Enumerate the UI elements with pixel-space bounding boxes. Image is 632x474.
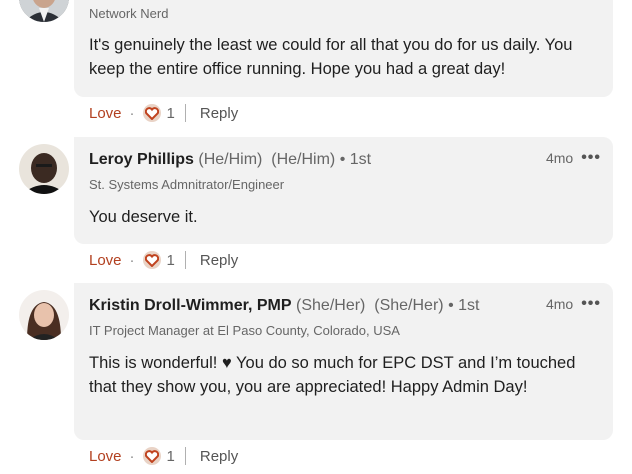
ellipsis-icon[interactable]: •••	[581, 149, 601, 167]
author-name[interactable]: Leroy Phillips	[89, 151, 194, 168]
heart-icon[interactable]	[142, 104, 161, 122]
author-pronouns: (She/Her) (She/Her)	[296, 297, 444, 314]
reaction-count[interactable]: 1	[167, 448, 175, 465]
avatar[interactable]	[19, 0, 69, 22]
love-reaction-button[interactable]: Love	[89, 252, 122, 269]
timestamp: 4mo	[545, 296, 574, 312]
reaction-count[interactable]: 1	[167, 252, 175, 269]
timestamp: 4mo	[545, 150, 574, 166]
separator-dot: ·	[129, 447, 135, 465]
reply-button[interactable]: Reply	[200, 105, 238, 122]
comment-text: It's genuinely the least we could for al…	[89, 36, 573, 78]
connection-degree: • 1st	[448, 297, 480, 314]
love-reaction-button[interactable]: Love	[89, 448, 122, 465]
comment-actions: Love · 1 Reply	[89, 101, 238, 125]
comment-meta: 4mo •••	[546, 295, 601, 313]
author-line: Leroy Phillips (He/Him) (He/Him) • 1st	[89, 151, 371, 169]
reply-button[interactable]: Reply	[200, 448, 238, 465]
author-headline: Network Nerd	[89, 6, 169, 21]
comment-bubble: Network Nerd It's genuinely the least we…	[74, 0, 613, 97]
love-reaction-button[interactable]: Love	[89, 105, 122, 122]
reaction-count[interactable]: 1	[167, 105, 175, 122]
avatar[interactable]	[19, 290, 69, 340]
heart-icon[interactable]	[142, 251, 161, 269]
author-pronouns: (He/Him) (He/Him)	[198, 151, 336, 168]
reply-button[interactable]: Reply	[200, 252, 238, 269]
divider	[184, 447, 186, 465]
avatar[interactable]	[19, 144, 69, 194]
connection-degree: • 1st	[339, 151, 372, 168]
comment-actions: Love · 1 Reply	[89, 248, 238, 272]
author-line: Kristin Droll-Wimmer, PMP (She/Her) (She…	[89, 297, 479, 315]
comment-bubble: Kristin Droll-Wimmer, PMP (She/Her) (She…	[74, 283, 613, 440]
ellipsis-icon[interactable]: •••	[581, 295, 601, 313]
comment-actions: Love · 1 Reply	[89, 444, 238, 468]
author-headline: St. Systems Admnitrator/Engineer	[89, 177, 285, 192]
separator-dot: ·	[129, 251, 135, 269]
divider	[184, 251, 186, 269]
divider	[184, 104, 186, 122]
comment-meta: 4mo •••	[546, 149, 601, 167]
comment-text: You deserve it.	[89, 208, 198, 226]
comment-bubble: Leroy Phillips (He/Him) (He/Him) • 1st S…	[74, 137, 613, 244]
comment-text: This is wonderful! ♥ You do so much for …	[89, 354, 576, 396]
author-name[interactable]: Kristin Droll-Wimmer, PMP	[89, 297, 292, 314]
heart-icon[interactable]	[142, 447, 161, 465]
author-headline: IT Project Manager at El Paso County, Co…	[89, 323, 400, 338]
separator-dot: ·	[129, 104, 135, 122]
